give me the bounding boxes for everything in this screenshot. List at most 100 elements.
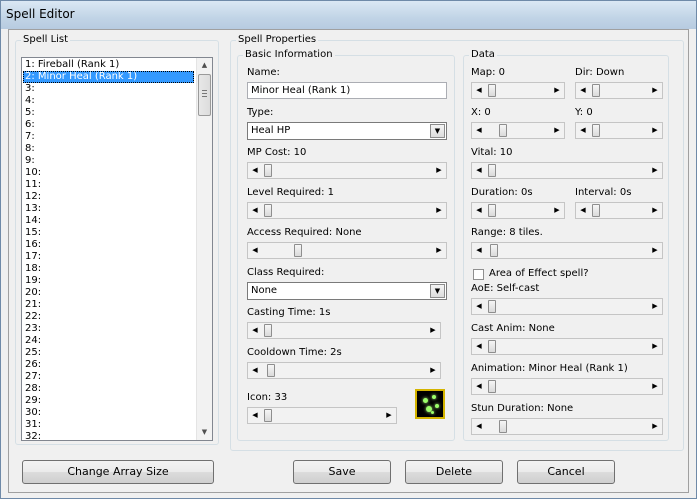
y-scrollbar[interactable]: ◀ ▶ xyxy=(575,122,663,139)
spell-list-item[interactable]: 20: xyxy=(23,287,194,299)
spell-list-item[interactable]: 25: xyxy=(23,347,194,359)
scroll-left-icon[interactable]: ◀ xyxy=(576,123,590,138)
scroll-thumb[interactable] xyxy=(488,300,496,313)
scroll-right-icon[interactable]: ▶ xyxy=(648,83,662,98)
scroll-thumb[interactable] xyxy=(488,380,496,393)
scroll-thumb[interactable] xyxy=(592,84,600,97)
scroll-thumb[interactable] xyxy=(294,244,302,257)
type-select[interactable]: Heal HP ▼ xyxy=(247,122,447,140)
spell-list-item[interactable]: 7: xyxy=(23,131,194,143)
spell-list-item[interactable]: 28: xyxy=(23,383,194,395)
spell-list-item[interactable]: 18: xyxy=(23,263,194,275)
scroll-right-icon[interactable]: ▶ xyxy=(426,323,440,338)
icon-scrollbar[interactable]: ◀ ▶ xyxy=(247,407,397,424)
scroll-left-icon[interactable]: ◀ xyxy=(248,363,262,378)
scroll-thumb[interactable] xyxy=(264,204,272,217)
scroll-thumb[interactable] xyxy=(264,409,272,422)
scroll-right-icon[interactable]: ▶ xyxy=(648,379,662,394)
scroll-right-icon[interactable]: ▶ xyxy=(648,123,662,138)
interval-scrollbar[interactable]: ◀ ▶ xyxy=(575,202,663,219)
spell-list-item[interactable]: 27: xyxy=(23,371,194,383)
scroll-left-icon[interactable]: ◀ xyxy=(576,203,590,218)
scroll-left-icon[interactable]: ◀ xyxy=(472,419,486,434)
spell-list-item[interactable]: 11: xyxy=(23,179,194,191)
scroll-thumb[interactable] xyxy=(592,204,600,217)
scroll-thumb[interactable] xyxy=(592,124,600,137)
level-required-scrollbar[interactable]: ◀ ▶ xyxy=(247,202,447,219)
scroll-left-icon[interactable]: ◀ xyxy=(472,123,486,138)
aoe-checkbox-label[interactable]: Area of Effect spell? xyxy=(489,268,589,280)
spell-list-item[interactable]: 9: xyxy=(23,155,194,167)
duration-scrollbar[interactable]: ◀ ▶ xyxy=(471,202,565,219)
spell-list-item[interactable]: 8: xyxy=(23,143,194,155)
access-required-scrollbar[interactable]: ◀ ▶ xyxy=(247,242,447,259)
scroll-thumb[interactable] xyxy=(499,124,507,137)
spell-list-item[interactable]: 14: xyxy=(23,215,194,227)
scroll-right-icon[interactable]: ▶ xyxy=(550,83,564,98)
scroll-right-icon[interactable]: ▶ xyxy=(382,408,396,423)
scroll-down-icon[interactable]: ▼ xyxy=(197,425,212,440)
scroll-left-icon[interactable]: ◀ xyxy=(248,243,262,258)
scroll-left-icon[interactable]: ◀ xyxy=(248,408,262,423)
scroll-thumb[interactable] xyxy=(488,204,496,217)
spell-list-item[interactable]: 10: xyxy=(23,167,194,179)
chevron-down-icon[interactable]: ▼ xyxy=(430,124,445,138)
scroll-right-icon[interactable]: ▶ xyxy=(648,243,662,258)
scroll-right-icon[interactable]: ▶ xyxy=(550,123,564,138)
scroll-thumb[interactable] xyxy=(264,324,272,337)
save-button[interactable]: Save xyxy=(293,460,391,484)
spell-list-item[interactable]: 24: xyxy=(23,335,194,347)
scroll-thumb[interactable] xyxy=(488,340,496,353)
spell-listbox[interactable]: 1: Fireball (Rank 1) 2: Minor Heal (Rank … xyxy=(21,57,213,441)
spell-list-item[interactable]: 16: xyxy=(23,239,194,251)
scroll-right-icon[interactable]: ▶ xyxy=(648,203,662,218)
spell-list-item[interactable]: 6: xyxy=(23,119,194,131)
aoe-checkbox[interactable] xyxy=(473,269,484,280)
spell-list-scrollbar[interactable]: ▲ ▼ xyxy=(196,58,212,440)
scroll-thumb[interactable] xyxy=(488,164,496,177)
scroll-thumb[interactable] xyxy=(488,84,496,97)
delete-button[interactable]: Delete xyxy=(405,460,503,484)
scroll-right-icon[interactable]: ▶ xyxy=(432,163,446,178)
cancel-button[interactable]: Cancel xyxy=(517,460,615,484)
scroll-thumb[interactable] xyxy=(267,364,275,377)
casting-time-scrollbar[interactable]: ◀ ▶ xyxy=(247,322,441,339)
spell-list-item[interactable]: 4: xyxy=(23,95,194,107)
spell-list-item[interactable]: 17: xyxy=(23,251,194,263)
scroll-left-icon[interactable]: ◀ xyxy=(576,83,590,98)
scroll-left-icon[interactable]: ◀ xyxy=(472,163,486,178)
spell-list-item[interactable]: 23: xyxy=(23,323,194,335)
scroll-thumb[interactable] xyxy=(264,164,272,177)
spell-list-item[interactable]: 21: xyxy=(23,299,194,311)
spell-list-item[interactable]: 3: xyxy=(23,83,194,95)
class-select[interactable]: None ▼ xyxy=(247,282,447,300)
cooldown-time-scrollbar[interactable]: ◀ ▶ xyxy=(247,362,441,379)
chevron-down-icon[interactable]: ▼ xyxy=(430,284,445,298)
scroll-left-icon[interactable]: ◀ xyxy=(472,83,486,98)
spell-list-item[interactable]: 29: xyxy=(23,395,194,407)
spell-list-item[interactable]: 30: xyxy=(23,407,194,419)
name-input[interactable]: Minor Heal (Rank 1) xyxy=(247,82,447,99)
spell-list-item[interactable]: 15: xyxy=(23,227,194,239)
spell-list-item[interactable]: 26: xyxy=(23,359,194,371)
dir-scrollbar[interactable]: ◀ ▶ xyxy=(575,82,663,99)
range-scrollbar[interactable]: ◀ ▶ xyxy=(471,242,663,259)
scroll-right-icon[interactable]: ▶ xyxy=(432,203,446,218)
spell-list-item[interactable]: 31: xyxy=(23,419,194,431)
stun-duration-scrollbar[interactable]: ◀ ▶ xyxy=(471,418,663,435)
scroll-right-icon[interactable]: ▶ xyxy=(432,243,446,258)
spell-list-item[interactable]: 32: xyxy=(23,431,194,440)
scroll-left-icon[interactable]: ◀ xyxy=(248,323,262,338)
scroll-left-icon[interactable]: ◀ xyxy=(472,203,486,218)
spell-list-item[interactable]: 1: Fireball (Rank 1) xyxy=(23,59,194,71)
scroll-thumb[interactable] xyxy=(499,420,507,433)
scroll-thumb[interactable] xyxy=(490,244,498,257)
spell-list-item[interactable]: 19: xyxy=(23,275,194,287)
vital-scrollbar[interactable]: ◀ ▶ xyxy=(471,162,663,179)
scroll-right-icon[interactable]: ▶ xyxy=(426,363,440,378)
spell-list-item[interactable]: 13: xyxy=(23,203,194,215)
title-bar[interactable]: Spell Editor xyxy=(1,1,696,29)
scroll-left-icon[interactable]: ◀ xyxy=(248,163,262,178)
scroll-left-icon[interactable]: ◀ xyxy=(472,339,486,354)
spell-list-item[interactable]: 12: xyxy=(23,191,194,203)
